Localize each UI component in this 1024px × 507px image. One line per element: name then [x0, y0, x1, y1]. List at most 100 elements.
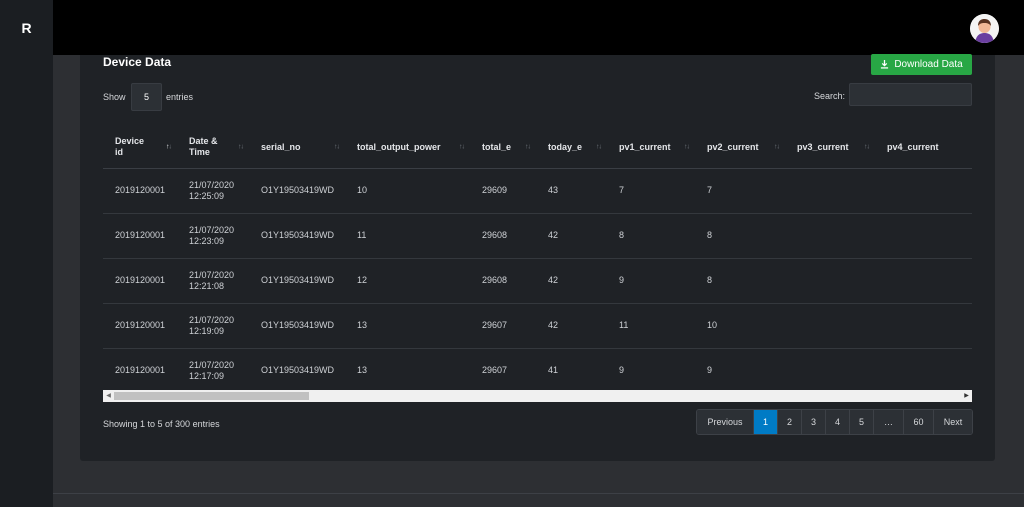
- table-header-row: Device id ↑↓ Date & Time ↑↓ serial_no ↑↓ to…: [103, 127, 972, 169]
- table-cell: 42: [536, 213, 607, 259]
- table-cell: 21/07/2020 12:17:09: [177, 348, 249, 389]
- page-button-2[interactable]: 2: [778, 410, 802, 434]
- scroll-right-icon[interactable]: ▶: [961, 390, 972, 402]
- device-data-card: Device Data Download Data Show 5 entries…: [80, 54, 995, 461]
- page-button-5[interactable]: 5: [850, 410, 874, 434]
- table-cell: 9: [695, 348, 785, 389]
- column-header[interactable]: Date & Time ↑↓: [177, 127, 249, 169]
- table-cell: [785, 348, 875, 389]
- table-cell: 29609: [470, 168, 536, 214]
- table-cell: 7: [607, 168, 695, 214]
- column-header[interactable]: total_e ↑↓: [470, 127, 536, 169]
- table-cell: [785, 258, 875, 304]
- table-cell: 8: [695, 258, 785, 304]
- table-cell: 42: [536, 258, 607, 304]
- card-title: Device Data: [103, 55, 172, 69]
- column-header[interactable]: Device id ↑↓: [103, 127, 177, 169]
- table-cell: 11: [607, 303, 695, 349]
- top-navbar: [53, 0, 1024, 55]
- column-label: total_e: [482, 141, 512, 152]
- horizontal-scrollbar[interactable]: ◀ ▶: [103, 390, 972, 402]
- table-cell: 7: [695, 168, 785, 214]
- sort-icon: ↑↓: [334, 143, 340, 151]
- table-cell: 29608: [470, 213, 536, 259]
- table-cell: 13: [345, 348, 470, 389]
- table-info: Showing 1 to 5 of 300 entries: [103, 419, 220, 429]
- table-cell: [785, 303, 875, 349]
- brand-logo[interactable]: R: [0, 0, 53, 56]
- avatar-icon: [970, 14, 999, 43]
- column-label: pv3_current: [797, 141, 849, 152]
- pagination: Previous 1 2 3 4 5 … 60 Next: [696, 409, 973, 435]
- table-cell: 29607: [470, 303, 536, 349]
- sort-icon: ↑↓: [684, 143, 690, 151]
- table-cell: [785, 213, 875, 259]
- column-label: Date & Time: [189, 136, 218, 158]
- page-button-3[interactable]: 3: [802, 410, 826, 434]
- column-label: pv4_current: [887, 141, 939, 152]
- table-cell: O1Y19503419WD: [249, 213, 345, 259]
- sort-icon: ↑↓: [166, 143, 172, 151]
- column-label: total_output_power: [357, 141, 441, 152]
- entries-label: entries: [166, 92, 194, 102]
- footer-divider: [53, 493, 1024, 494]
- search-label: Search:: [814, 91, 846, 101]
- download-icon: [881, 60, 889, 69]
- sort-icon: ↑↓: [864, 143, 870, 151]
- download-data-button[interactable]: Download Data: [871, 54, 972, 75]
- table-row: 2019120001 21/07/2020 12:17:09 O1Y195034…: [103, 348, 972, 389]
- table-cell: 2019120001: [103, 213, 177, 259]
- table-cell: 8: [695, 213, 785, 259]
- previous-page-button[interactable]: Previous: [697, 410, 754, 434]
- column-header[interactable]: pv1_current ↑↓: [607, 127, 695, 169]
- table-cell: O1Y19503419WD: [249, 168, 345, 214]
- table-cell: [785, 168, 875, 214]
- table-cell: O1Y19503419WD: [249, 303, 345, 349]
- table-cell: 2019120001: [103, 258, 177, 304]
- column-label: Device id: [115, 136, 145, 158]
- table-cell: 42: [536, 303, 607, 349]
- column-header[interactable]: pv2_current ↑↓: [695, 127, 785, 169]
- page-button-60[interactable]: 60: [904, 410, 934, 434]
- page-ellipsis: …: [874, 410, 904, 434]
- table-cell: O1Y19503419WD: [249, 258, 345, 304]
- column-label: serial_no: [261, 141, 301, 152]
- next-page-button[interactable]: Next: [934, 410, 972, 434]
- column-header[interactable]: serial_no ↑↓: [249, 127, 345, 169]
- table-cell: 8: [607, 213, 695, 259]
- sort-icon: ↑↓: [774, 143, 780, 151]
- table-cell: 9: [607, 258, 695, 304]
- table-cell: 29607: [470, 348, 536, 389]
- table-cell: [875, 258, 972, 304]
- column-header[interactable]: pv4_current↑↓: [875, 127, 972, 169]
- sort-icon: ↑↓: [459, 143, 465, 151]
- table-cell: [875, 213, 972, 259]
- page-button-4[interactable]: 4: [826, 410, 850, 434]
- table-cell: 12: [345, 258, 470, 304]
- table-row: 2019120001 21/07/2020 12:25:09 O1Y195034…: [103, 168, 972, 214]
- sort-icon: ↑↓: [238, 143, 244, 151]
- table-cell: 9: [607, 348, 695, 389]
- download-data-label: Download Data: [894, 59, 963, 70]
- column-header[interactable]: today_e ↑↓: [536, 127, 607, 169]
- table-cell: 41: [536, 348, 607, 389]
- page-button-1[interactable]: 1: [754, 410, 778, 434]
- search-input[interactable]: [849, 83, 972, 106]
- table-row: 2019120001 21/07/2020 12:19:09 O1Y195034…: [103, 303, 972, 349]
- table-cell: 10: [695, 303, 785, 349]
- table-row: 2019120001 21/07/2020 12:21:08 O1Y195034…: [103, 258, 972, 304]
- column-header[interactable]: pv3_current ↑↓: [785, 127, 875, 169]
- scroll-left-icon[interactable]: ◀: [103, 390, 114, 402]
- table-cell: 21/07/2020 12:23:09: [177, 213, 249, 259]
- table-cell: 21/07/2020 12:21:08: [177, 258, 249, 304]
- table-cell: [875, 168, 972, 214]
- column-header[interactable]: total_output_power ↑↓: [345, 127, 470, 169]
- scrollbar-thumb[interactable]: [114, 392, 309, 400]
- column-label: today_e: [548, 141, 583, 152]
- table-cell: [875, 303, 972, 349]
- user-avatar[interactable]: [970, 14, 999, 43]
- table-row: 2019120001 21/07/2020 12:23:09 O1Y195034…: [103, 213, 972, 259]
- table-cell: 2019120001: [103, 303, 177, 349]
- sort-icon: ↑↓: [596, 143, 602, 151]
- entries-length-select[interactable]: 5: [131, 83, 162, 111]
